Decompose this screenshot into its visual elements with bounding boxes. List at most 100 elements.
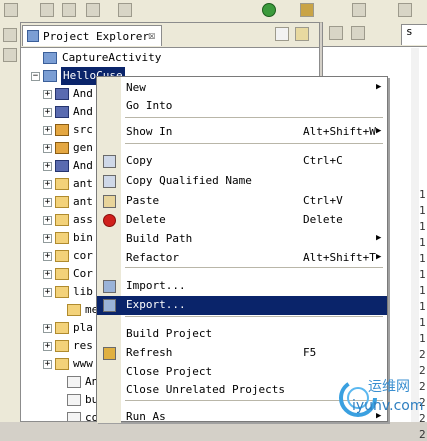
import-icon [103,280,116,293]
menu-item-refactor[interactable]: Refactor Alt+Shift+T ▶ [97,249,387,268]
collapse-all-icon[interactable] [275,27,289,41]
expand-toggle[interactable]: + [43,270,52,279]
menu-separator [125,316,383,317]
copy-qualified-icon [103,175,116,188]
maximize-icon[interactable] [351,26,365,40]
expand-toggle[interactable]: + [43,288,52,297]
menu-item-paste[interactable]: Paste Ctrl+V [97,192,387,211]
tree-item-label: ant [73,195,93,208]
submenu-arrow-icon: ▶ [376,252,382,262]
submenu-arrow-icon: ▶ [376,82,382,92]
folder-icon [55,268,69,280]
line-number: 1 [419,188,426,201]
tree-item-label: Cor [73,267,93,280]
menu-item-shortcut: Alt+Shift+T [303,251,376,264]
menu-item-label: Refactor [126,251,179,264]
save-icon[interactable] [40,3,54,17]
expand-toggle[interactable]: + [43,180,52,189]
outline-icon[interactable] [3,48,17,62]
menu-item-label: Export... [126,298,186,311]
save-all-icon[interactable] [62,3,76,17]
tab-editor-file[interactable]: s [401,24,427,45]
library-icon [55,88,69,100]
tree-item-label: src [73,123,93,136]
expand-toggle[interactable]: + [43,198,52,207]
menu-item-build-path[interactable]: Build Path ▶ [97,230,387,249]
tree-item-label: lib [73,285,93,298]
watermark-cn-text: 运维网 [368,379,410,395]
menu-item-build-project[interactable]: Build Project [97,325,387,344]
folder-icon [55,196,69,208]
menu-item-label: Go Into [126,99,173,112]
menu-item-delete[interactable]: Delete Delete [97,211,387,230]
line-number: 1 [419,204,426,217]
tree-item-label: And [73,87,93,100]
menu-item-copy[interactable]: Copy Ctrl+C [97,152,387,171]
print-icon[interactable] [86,3,100,17]
expand-toggle[interactable]: + [43,108,52,117]
folder-icon [55,322,69,334]
submenu-arrow-icon: ▶ [376,126,382,136]
file-icon [67,376,81,388]
android-project-icon [43,70,57,82]
tree-item-label: ass [73,213,93,226]
expand-toggle[interactable]: + [43,324,52,333]
line-number: 1 [419,284,426,297]
delete-icon [103,214,116,227]
run-icon[interactable] [262,3,276,17]
open-type-icon[interactable] [352,3,366,17]
menu-item-label: Run As [126,410,166,423]
library-icon [55,160,69,172]
menu-item-refresh[interactable]: Refresh F5 [97,344,387,363]
folder-icon [55,340,69,352]
expand-toggle[interactable]: + [43,126,52,135]
expand-toggle[interactable]: + [43,162,52,171]
project-folder-icon [43,52,57,64]
expand-toggle[interactable]: + [43,342,52,351]
export-icon [103,299,116,312]
menu-item-export[interactable]: Export... [97,296,387,315]
expand-toggle[interactable]: + [43,144,52,153]
refresh-icon [103,347,116,360]
expand-toggle[interactable]: + [43,234,52,243]
menu-item-label: Close Unrelated Projects [126,383,285,396]
menu-item-shortcut: Delete [303,213,343,226]
tab-project-explorer[interactable]: Project Explorer ☒ [22,25,162,46]
expand-toggle[interactable]: + [43,252,52,261]
menu-item-label: Refresh [126,346,173,359]
menu-item-new[interactable]: New ▶ [97,79,387,98]
main-toolbar [0,0,427,23]
expand-toggle[interactable]: + [43,360,52,369]
new-icon[interactable] [4,3,18,17]
expand-toggle[interactable]: + [43,216,52,225]
menu-separator [125,143,383,144]
folder-icon [67,304,81,316]
binary-icon[interactable] [118,3,132,17]
line-number: 1 [419,332,426,345]
menu-item-label: Show In [126,125,173,138]
restore-icon[interactable] [3,28,17,42]
file-icon [67,394,81,406]
minimize-icon[interactable] [329,26,343,40]
menu-item-copy-qualified-name[interactable]: Copy Qualified Name [97,172,387,191]
menu-item-import[interactable]: Import... [97,277,387,296]
menu-item-shortcut: Alt+Shift+W [303,125,376,138]
external-tools-icon[interactable] [300,3,314,17]
tree-item-label: www [73,357,93,370]
line-number: 2 [419,348,426,361]
folder-icon [55,286,69,298]
line-number: 1 [419,236,426,249]
line-number: 1 [419,268,426,281]
library-icon [55,106,69,118]
search-icon[interactable] [398,3,412,17]
tree-item-label: pla [73,321,93,334]
copy-icon [103,155,116,168]
close-icon[interactable]: ☒ [148,28,155,42]
folder-icon [55,250,69,262]
menu-item-go-into[interactable]: Go Into [97,97,387,116]
link-with-editor-icon[interactable] [295,27,309,41]
menu-item-label: Copy Qualified Name [126,174,252,187]
expand-toggle[interactable]: + [43,90,52,99]
collapse-toggle[interactable]: − [31,72,40,81]
menu-item-show-in[interactable]: Show In Alt+Shift+W ▶ [97,123,387,142]
